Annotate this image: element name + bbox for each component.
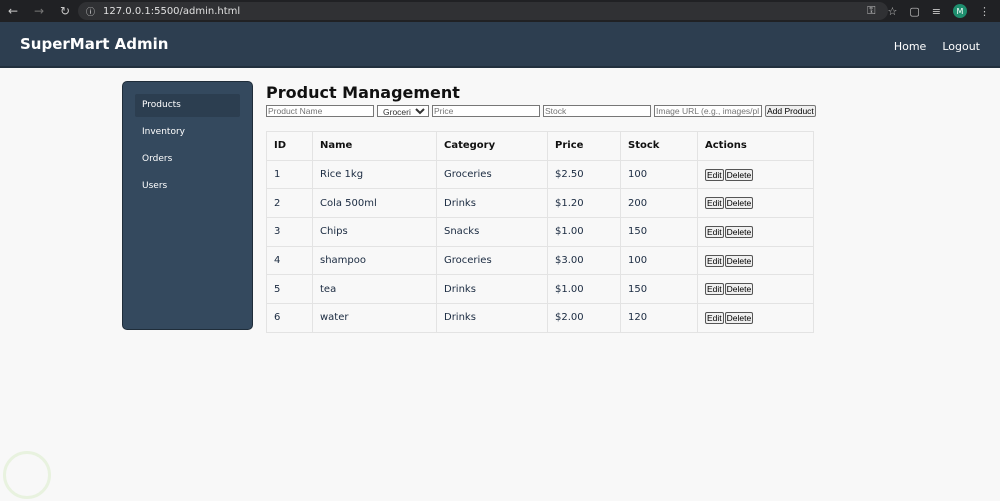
table-cell: water [312, 303, 437, 333]
table-cell: Cola 500ml [312, 188, 437, 219]
table-cell: 100 [620, 159, 698, 190]
table-cell: tea [312, 274, 437, 305]
edit-button[interactable]: Edit [705, 197, 724, 210]
table-cell: Drinks [436, 188, 548, 219]
key-icon[interactable]: ⚿ [867, 4, 875, 18]
avatar[interactable]: M [953, 4, 967, 18]
nav-logout[interactable]: Logout [942, 40, 980, 53]
table-cell: 150 [620, 217, 698, 247]
edit-button[interactable]: Edit [705, 254, 724, 267]
delete-button[interactable]: Delete [724, 254, 754, 267]
add-product-button[interactable]: Add Product [765, 105, 816, 117]
edit-button[interactable]: Edit [705, 168, 724, 181]
table-cell: $3.00 [547, 245, 621, 276]
address-bar[interactable]: ⓘ 127.0.0.1:5500/admin.html [78, 2, 888, 20]
actions-cell: Edit Delete [697, 274, 814, 305]
table-cell: 150 [620, 274, 698, 305]
table-cell: Groceries [436, 159, 548, 190]
browser-toolbar: ← → ↻ ⓘ 127.0.0.1:5500/admin.html ⚿ ☆ ▢ ≡ M ⋮ [0, 0, 1000, 22]
column-header: Price [547, 131, 621, 161]
stock-input[interactable] [543, 105, 651, 117]
info-icon: ⓘ [86, 7, 96, 18]
table-cell: 3 [266, 217, 313, 247]
actions-cell: Edit Delete [697, 217, 814, 247]
delete-button[interactable]: Delete [724, 168, 754, 181]
table-cell: 4 [266, 245, 313, 276]
url-text: 127.0.0.1:5500/admin.html [103, 5, 241, 17]
table-row: 4 shampoo Groceries $3.00 100 Edit Delete [266, 245, 814, 276]
page-title: Product Management [266, 83, 460, 102]
edit-button[interactable]: Edit [705, 225, 724, 238]
main-content: Product Management Groceries Add Product… [266, 83, 816, 333]
table-cell: Rice 1kg [312, 159, 437, 190]
edit-button[interactable]: Edit [705, 283, 724, 296]
sidebar-item-users[interactable]: Users [135, 175, 240, 198]
product-name-input[interactable] [266, 105, 374, 117]
brand-title: SuperMart Admin [20, 35, 169, 53]
watermark-logo [3, 451, 51, 499]
column-header: ID [266, 131, 313, 161]
table-cell: $2.00 [547, 303, 621, 333]
table-row: 2 Cola 500ml Drinks $1.20 200 Edit Delete [266, 188, 814, 219]
menu-icon[interactable]: ⋮ [979, 5, 990, 18]
table-row: 6 water Drinks $2.00 120 Edit Delete [266, 303, 814, 333]
column-header: Category [436, 131, 548, 161]
table-row: 5 tea Drinks $1.00 150 Edit Delete [266, 274, 814, 305]
table-cell: Drinks [436, 274, 548, 305]
table-cell: 5 [266, 274, 313, 305]
delete-button[interactable]: Delete [724, 197, 754, 210]
table-cell: 2 [266, 188, 313, 219]
forward-icon[interactable]: → [26, 4, 52, 18]
table-cell: Groceries [436, 245, 548, 276]
sidebar-item-inventory[interactable]: Inventory [135, 121, 240, 144]
add-product-form: Groceries Add Product [266, 105, 816, 117]
actions-cell: Edit Delete [697, 245, 814, 276]
media-icon[interactable]: ≡ [932, 5, 941, 18]
products-table: ID Name Category Price Stock Actions 1 Rice 1kg… [266, 131, 814, 333]
table-row: 1 Rice 1kg Groceries $2.50 100 Edit Delete [266, 159, 814, 190]
table-cell: $1.20 [547, 188, 621, 219]
sidebar-item-products[interactable]: Products [135, 94, 240, 117]
nav-home[interactable]: Home [894, 40, 926, 53]
sidebar-item-orders[interactable]: Orders [135, 148, 240, 171]
table-cell: 6 [266, 303, 313, 333]
table-cell: 100 [620, 245, 698, 276]
image-url-input[interactable] [654, 105, 762, 117]
table-cell: 1 [266, 159, 313, 190]
delete-button[interactable]: Delete [724, 311, 754, 324]
edit-button[interactable]: Edit [705, 311, 724, 324]
actions-cell: Edit Delete [697, 303, 814, 333]
table-cell: 200 [620, 188, 698, 219]
table-cell: $1.00 [547, 274, 621, 305]
category-select[interactable]: Groceries [377, 105, 429, 117]
sidebar: Products Inventory Orders Users [122, 81, 253, 330]
actions-cell: Edit Delete [697, 188, 814, 219]
column-header: Name [312, 131, 437, 161]
table-cell: shampoo [312, 245, 437, 276]
table-cell: $1.00 [547, 217, 621, 247]
back-icon[interactable]: ← [0, 4, 26, 18]
column-header: Stock [620, 131, 698, 161]
table-cell: $2.50 [547, 159, 621, 190]
table-row: 3 Chips Snacks $1.00 150 Edit Delete [266, 217, 814, 247]
app-header: SuperMart Admin Home Logout [0, 22, 1000, 68]
extensions-icon[interactable]: ▢ [909, 5, 919, 18]
column-header: Actions [697, 131, 814, 161]
actions-cell: Edit Delete [697, 159, 814, 190]
price-input[interactable] [432, 105, 540, 117]
star-icon[interactable]: ☆ [888, 5, 898, 18]
table-cell: Snacks [436, 217, 548, 247]
reload-icon[interactable]: ↻ [52, 4, 78, 18]
table-cell: Chips [312, 217, 437, 247]
delete-button[interactable]: Delete [724, 225, 754, 238]
table-cell: 120 [620, 303, 698, 333]
delete-button[interactable]: Delete [724, 283, 754, 296]
table-cell: Drinks [436, 303, 548, 333]
